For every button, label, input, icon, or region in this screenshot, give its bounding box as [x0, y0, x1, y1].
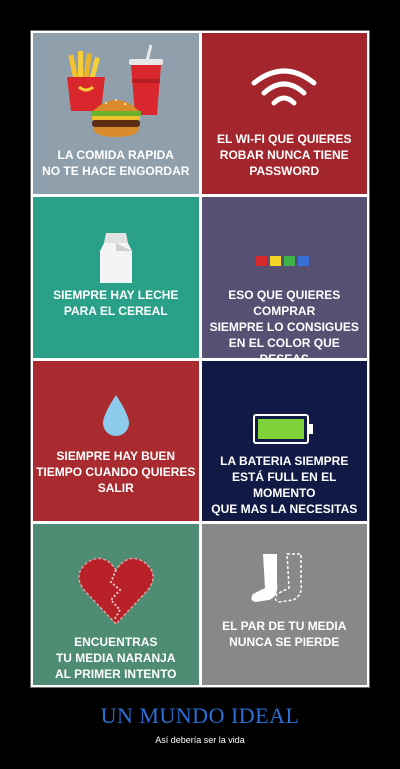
broken-heart-icon	[77, 557, 154, 626]
socks-icon	[251, 553, 303, 604]
milk-carton-icon	[99, 232, 132, 283]
tile-fast-food: LA COMIDA RAPIDA NO TE HACE ENGORDAR	[33, 33, 199, 194]
tile-caption: EL WI-FI QUE QUIERES ROBAR NUNCA TIENE P…	[217, 132, 352, 178]
tile-battery: LA BATERIA SIEMPRE ESTÁ FULL EN EL MOMEN…	[201, 360, 367, 522]
tile-caption: LA COMIDA RAPIDA NO TE HACE ENGORDAR	[42, 148, 190, 178]
tile-socks: EL PAR DE TU MEDIA NUNCA SE PIERDE	[201, 524, 367, 685]
wifi-icon	[251, 68, 317, 106]
tile-milk: SIEMPRE HAY LECHE PARA EL CEREAL	[33, 196, 199, 358]
tile-caption: LA BATERIA SIEMPRE ESTÁ FULL EN EL MOMEN…	[211, 453, 358, 516]
poster-grid: LA COMIDA RAPIDA NO TE HACE ENGORDAR EL …	[33, 33, 367, 685]
fast-food-icon	[66, 44, 163, 137]
color-swatches-icon	[256, 255, 310, 266]
water-drop-icon	[102, 394, 129, 436]
tile-caption: SIEMPRE HAY BUEN TIEMPO CUANDO QUIERES S…	[36, 448, 196, 495]
tile-weather: SIEMPRE HAY BUEN TIEMPO CUANDO QUIERES S…	[33, 360, 199, 522]
tile-caption: ESO QUE QUIERES COMPRAR SIEMPRE LO CONSI…	[209, 287, 359, 358]
poster-title: UN MUNDO IDEAL	[100, 703, 300, 728]
poster-frame: LA COMIDA RAPIDA NO TE HACE ENGORDAR EL …	[30, 30, 370, 688]
tile-caption: SIEMPRE HAY LECHE PARA EL CEREAL	[53, 287, 179, 318]
tile-caption: ENCUENTRAS TU MEDIA NARANJA AL PRIMER IN…	[54, 635, 177, 682]
tile-colors: ESO QUE QUIERES COMPRAR SIEMPRE LO CONSI…	[201, 196, 367, 358]
battery-full-icon	[253, 413, 314, 444]
tile-heart: ENCUENTRAS TU MEDIA NARANJA AL PRIMER IN…	[33, 524, 199, 685]
tile-caption: EL PAR DE TU MEDIA NUNCA SE PIERDE	[222, 619, 347, 650]
tile-wifi: EL WI-FI QUE QUIERES ROBAR NUNCA TIENE P…	[201, 33, 367, 194]
poster-subtitle: Así debería ser la vida	[155, 735, 245, 745]
